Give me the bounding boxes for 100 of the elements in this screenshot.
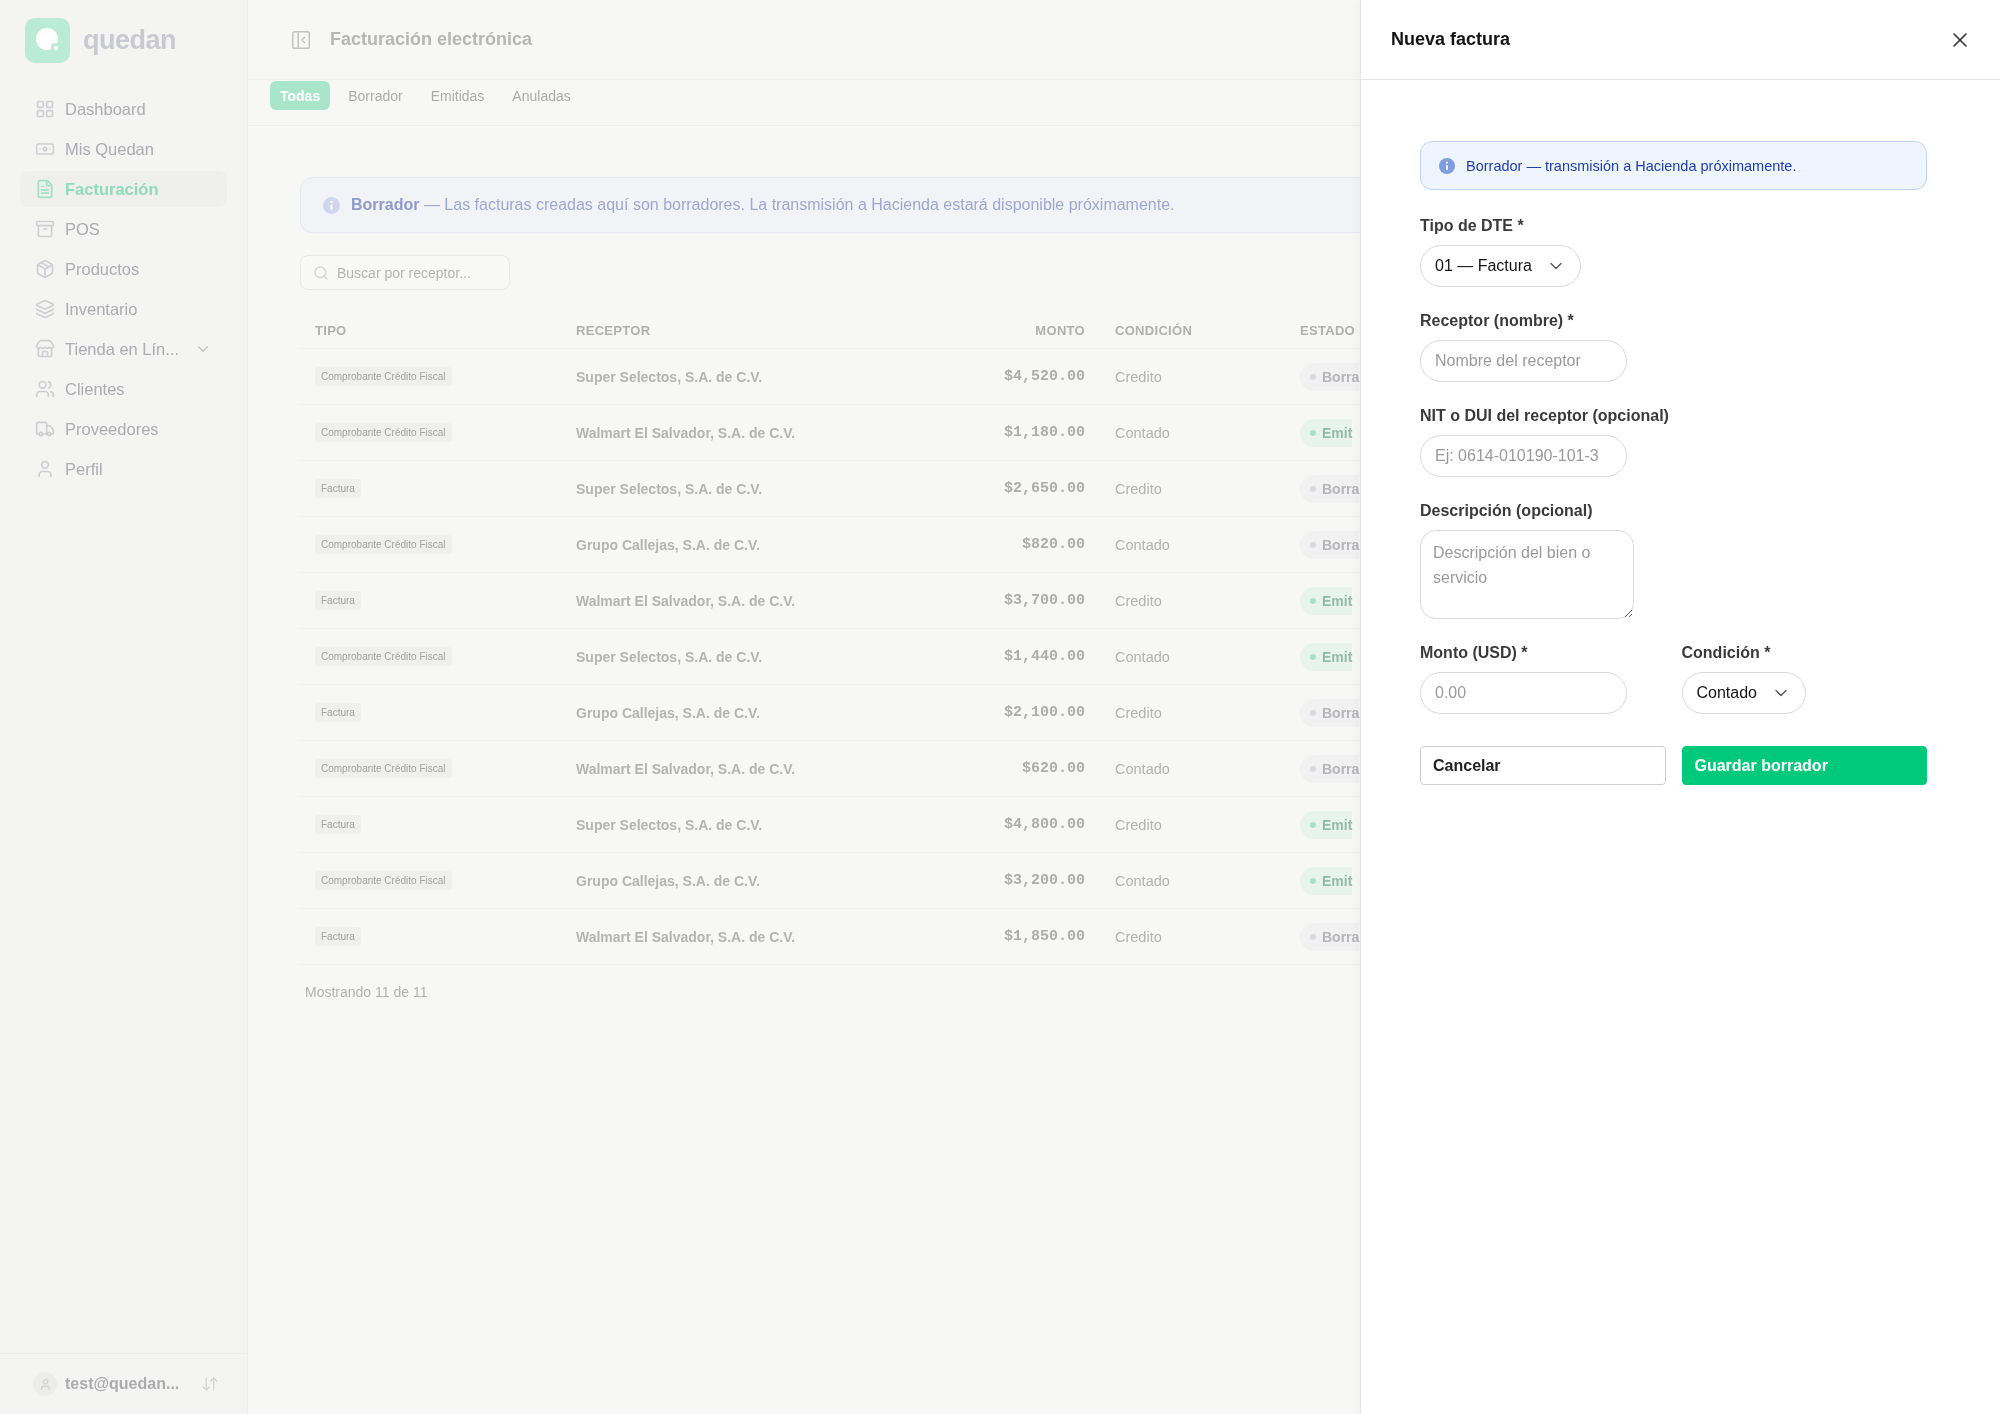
truck-icon — [35, 419, 55, 439]
layers-icon — [35, 299, 55, 319]
type-badge: Comprobante Crédito Fiscal — [315, 647, 452, 666]
condition-cell-text: Contado — [1114, 760, 1171, 777]
users-icon — [35, 379, 55, 399]
filter-tab[interactable]: Emitidas — [420, 81, 495, 110]
type-badge: Factura — [315, 703, 361, 722]
sidebar-item[interactable]: Dashboard — [20, 91, 227, 127]
field-label: NIT o DUI del receptor (opcional) — [1420, 406, 1669, 426]
save-button[interactable]: Guardar borrador — [1681, 746, 1927, 785]
amount-cell-text: $1,850.00 — [1003, 928, 1085, 945]
type-badge: Factura — [315, 927, 361, 946]
amount-cell-text: $1,440.00 — [1003, 648, 1085, 665]
status-label: Borra — [1322, 480, 1360, 497]
type-badge: Factura — [315, 591, 361, 610]
receptor-cell-text: Grupo Callejas, S.A. de C.V. — [576, 872, 761, 889]
condition-cell-text: Credito — [1114, 928, 1163, 945]
user-email: test@quedan... — [65, 1375, 180, 1393]
status-label: Borra — [1322, 368, 1360, 385]
condition-cell-text: Contado — [1114, 424, 1171, 441]
sidebar-item[interactable]: Mis Quedan — [20, 131, 227, 167]
filter-tab[interactable]: Borrador — [338, 81, 413, 110]
receptor-cell-text: Walmart El Salvador, S.A. de C.V. — [576, 424, 797, 441]
filter-tab[interactable]: Todas — [270, 81, 331, 110]
filter-tab[interactable]: Anuladas — [502, 81, 581, 110]
sidebar-item[interactable]: Inventario — [20, 291, 227, 327]
input-field[interactable]: 0.00 — [1420, 672, 1627, 714]
field-label: Condición * — [1681, 643, 1771, 663]
receptor-cell-text: Super Selectos, S.A. de C.V. — [576, 368, 764, 385]
document-icon — [35, 179, 55, 199]
column-header: RECEPTOR — [576, 322, 652, 338]
receptor-cell-text: Grupo Callejas, S.A. de C.V. — [576, 536, 761, 553]
archive-icon — [35, 219, 55, 239]
column-header: TIPO — [315, 322, 348, 338]
store-icon — [35, 339, 55, 359]
condition-cell-text: Credito — [1114, 480, 1163, 497]
status-label: Borra — [1322, 536, 1360, 553]
condition-cell-text: Credito — [1114, 368, 1163, 385]
receptor-cell-text: Walmart El Salvador, S.A. de C.V. — [576, 760, 797, 777]
type-badge: Comprobante Crédito Fiscal — [315, 759, 452, 778]
amount-cell-text: $3,700.00 — [1003, 592, 1085, 609]
amount-cell-text: $2,650.00 — [1003, 480, 1085, 497]
select-field[interactable]: 01 — Factura — [1420, 245, 1581, 287]
field-label: Tipo de DTE * — [1420, 216, 1524, 236]
amount-cell-text: $2,100.00 — [1003, 704, 1085, 721]
cancel-button[interactable]: Cancelar — [1420, 746, 1666, 785]
status-label: Emit — [1322, 424, 1353, 441]
textarea-field[interactable]: Descripción del bien o servicio — [1420, 530, 1634, 619]
status-label: Borra — [1322, 928, 1360, 945]
sidebar-item[interactable]: Facturación — [20, 171, 227, 207]
search-field[interactable]: Buscar por receptor... — [300, 255, 510, 290]
receptor-cell-text: Grupo Callejas, S.A. de C.V. — [576, 704, 761, 721]
input-field[interactable]: Ej: 0614-010190-101-3 — [1420, 435, 1627, 477]
sidebar-item[interactable]: Clientes — [20, 371, 227, 407]
sidebar-item[interactable]: Productos — [20, 251, 227, 287]
page-title: Facturación electrónica — [330, 29, 533, 50]
info-icon — [1439, 157, 1455, 174]
panel-title: Nueva factura — [1391, 29, 1511, 50]
condition-cell-text: Credito — [1114, 592, 1163, 609]
receptor-cell-text: Super Selectos, S.A. de C.V. — [576, 480, 764, 497]
sidebar-item[interactable]: Proveedores — [20, 411, 227, 447]
avatar-icon — [33, 1372, 57, 1396]
field-label: Receptor (nombre) * — [1420, 311, 1574, 331]
type-badge: Comprobante Crédito Fiscal — [315, 367, 452, 386]
column-header: ESTADO — [1300, 322, 1356, 338]
status-label: Emit — [1322, 816, 1353, 833]
select-field[interactable]: Contado — [1681, 672, 1806, 714]
sidebar-collapse-icon[interactable] — [290, 28, 312, 51]
sort-arrows-icon[interactable] — [201, 1375, 220, 1393]
type-badge: Factura — [315, 479, 361, 498]
condition-cell-text: Credito — [1114, 816, 1163, 833]
type-badge: Comprobante Crédito Fiscal — [315, 871, 452, 890]
status-label: Borra — [1322, 760, 1360, 777]
receptor-cell-text: Walmart El Salvador, S.A. de C.V. — [576, 928, 797, 945]
input-field[interactable]: Nombre del receptor — [1420, 340, 1627, 382]
amount-cell-text: $1,180.00 — [1003, 424, 1085, 441]
column-header: MONTO — [1034, 322, 1085, 338]
grid-icon — [35, 99, 55, 119]
box-icon — [35, 259, 55, 279]
type-badge: Factura — [315, 815, 361, 834]
status-label: Borra — [1322, 704, 1360, 721]
amount-cell-text: $620.00 — [1021, 760, 1085, 777]
field-label: Monto (USD) * — [1420, 643, 1528, 663]
amount-cell-text: $4,520.00 — [1003, 368, 1085, 385]
sidebar-item[interactable]: Tienda en Lín... — [20, 331, 227, 367]
condition-cell-text: Contado — [1114, 872, 1171, 889]
sidebar-item[interactable]: Perfil — [20, 451, 227, 487]
sidebar-item[interactable]: POS — [20, 211, 227, 247]
condition-cell-text: Contado — [1114, 648, 1171, 665]
status-label: Emit — [1322, 592, 1353, 609]
receptor-cell-text: Super Selectos, S.A. de C.V. — [576, 648, 764, 665]
receptor-cell-text: Super Selectos, S.A. de C.V. — [576, 816, 764, 833]
info-icon — [323, 196, 340, 214]
search-icon — [313, 265, 329, 281]
user-icon — [35, 459, 55, 479]
type-badge: Comprobante Crédito Fiscal — [315, 423, 452, 442]
column-header: CONDICIÓN — [1114, 322, 1194, 338]
logo-icon — [25, 18, 70, 63]
receptor-cell-text: Walmart El Salvador, S.A. de C.V. — [576, 592, 797, 609]
amount-cell-text: $820.00 — [1021, 536, 1085, 553]
